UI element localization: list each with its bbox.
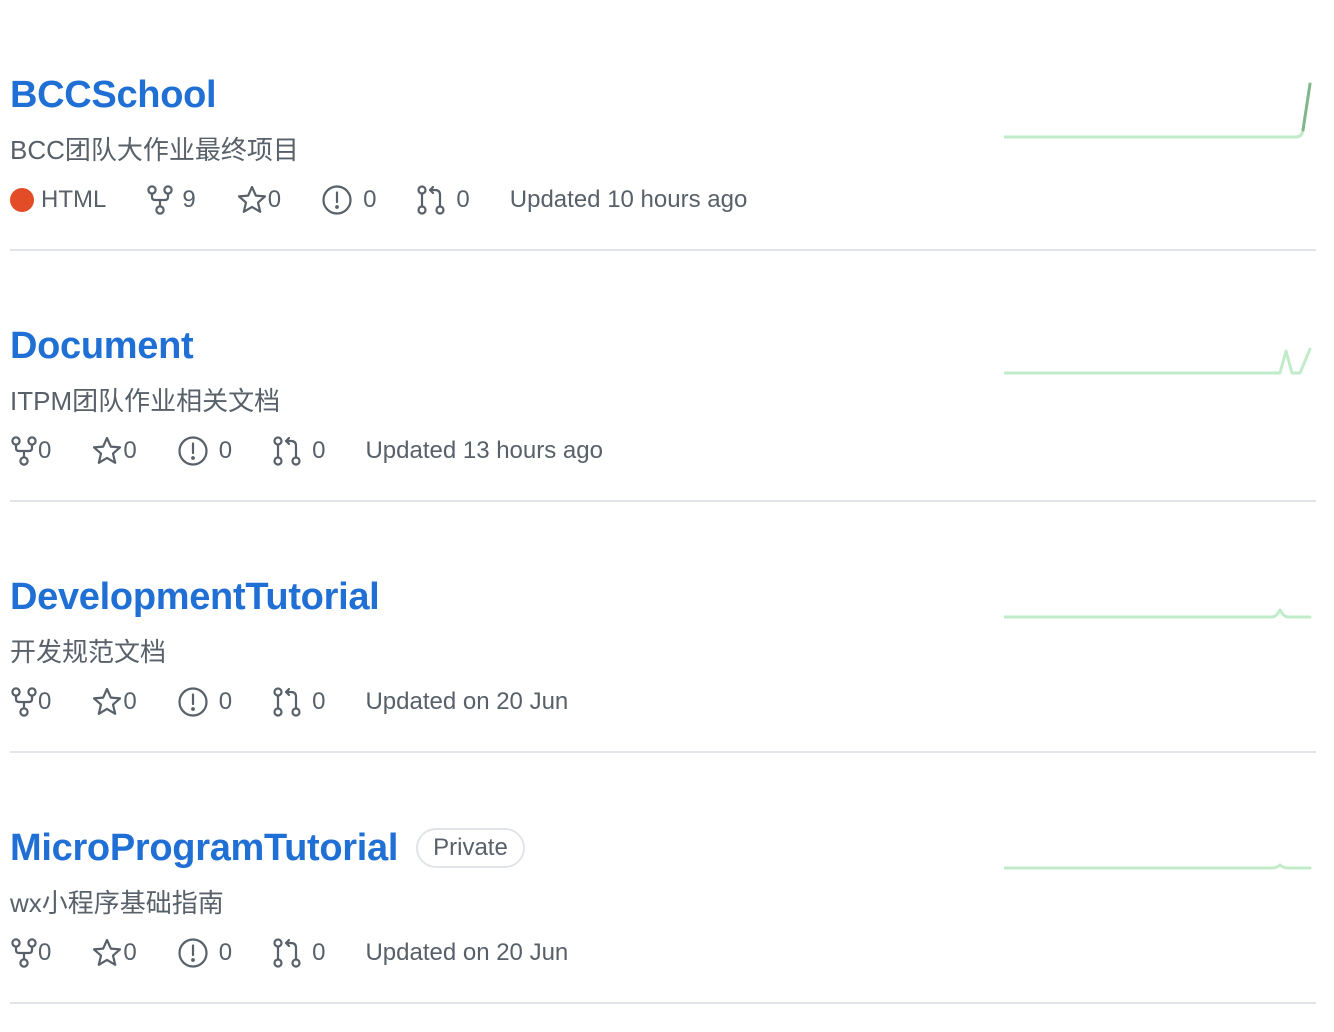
updated-time: Updated 13 hours ago	[365, 437, 603, 464]
star-count: 0	[123, 939, 137, 966]
updated-time: Updated 10 hours ago	[509, 186, 748, 213]
repo-name-link[interactable]: MicroProgramTutorial	[10, 827, 398, 870]
repo-name-link[interactable]: Document	[10, 325, 194, 368]
repo-meta: 0 0 0 0 Updated on 20 Jun	[10, 682, 608, 722]
activity-sparkline	[1004, 347, 1312, 375]
pull-request-count: 0	[312, 437, 326, 464]
pull-request-count: 0	[456, 186, 470, 213]
fork-count: 9	[182, 186, 196, 213]
issue-count: 0	[363, 186, 377, 213]
pull-request-icon	[273, 938, 301, 968]
stars-link[interactable]: 0	[91, 687, 137, 717]
issues-link[interactable]: 0	[321, 184, 376, 216]
pull-requests-link[interactable]: 0	[272, 435, 325, 467]
repo-title-row: BCCSchool	[10, 72, 217, 118]
activity-sparkline	[1004, 82, 1312, 139]
star-icon	[93, 938, 122, 966]
forks-link[interactable]: 0	[10, 436, 51, 466]
language-color-dot	[10, 188, 34, 212]
issue-count: 0	[218, 688, 233, 715]
issues-link[interactable]: 0	[177, 686, 232, 718]
star-icon	[93, 436, 122, 464]
repository-list: BCCSchool BCC团队大作业最终项目 HTML 9 0 0 0 Upda…	[10, 0, 1316, 1004]
pull-request-count: 0	[312, 939, 326, 966]
star-count: 0	[267, 186, 282, 213]
updated-time: Updated on 20 Jun	[365, 939, 569, 966]
repo-description: wx小程序基础指南	[10, 888, 224, 918]
pull-request-icon	[273, 436, 301, 466]
activity-sparkline	[1004, 608, 1312, 619]
pull-request-icon	[417, 185, 446, 215]
repo-description: 开发规范文档	[10, 637, 167, 667]
issues-link[interactable]: 0	[177, 937, 232, 969]
private-badge: Private	[416, 828, 525, 868]
repo-item-microprogramtutorial: MicroProgramTutorial Private wx小程序基础指南 0…	[10, 753, 1316, 1004]
star-icon	[93, 687, 122, 715]
fork-count: 0	[38, 437, 52, 464]
star-count: 0	[123, 688, 137, 715]
pull-request-count: 0	[312, 688, 326, 715]
pull-request-icon	[273, 687, 301, 717]
forks-link[interactable]: 0	[10, 687, 51, 717]
repo-description: BCC团队大作业最终项目	[10, 135, 299, 165]
issue-count: 0	[218, 437, 233, 464]
repo-item-document: Document ITPM团队作业相关文档 0 0 0 0 Updated 13…	[10, 251, 1316, 502]
fork-icon	[147, 185, 174, 215]
fork-count: 0	[38, 688, 52, 715]
repo-title-row: DevelopmentTutorial	[10, 574, 380, 620]
issue-icon	[178, 436, 208, 466]
star-count: 0	[123, 437, 137, 464]
repo-item-bccschool: BCCSchool BCC团队大作业最终项目 HTML 9 0 0 0 Upda…	[10, 0, 1316, 251]
issue-icon	[322, 185, 352, 215]
repo-name-link[interactable]: BCCSchool	[10, 74, 217, 117]
forks-link[interactable]: 0	[10, 938, 51, 968]
issue-icon	[178, 938, 208, 968]
repo-language: HTML	[10, 186, 106, 214]
star-icon	[237, 185, 266, 213]
activity-sparkline	[1004, 863, 1312, 870]
pull-requests-link[interactable]: 0	[272, 686, 325, 718]
issues-link[interactable]: 0	[177, 435, 232, 467]
forks-link[interactable]: 9	[146, 185, 196, 215]
repo-meta: HTML 9 0 0 0 Updated 10 hours ago	[10, 180, 787, 220]
fork-icon	[11, 687, 37, 717]
stars-link[interactable]: 0	[91, 436, 137, 466]
fork-icon	[11, 938, 37, 968]
repo-name-link[interactable]: DevelopmentTutorial	[10, 576, 380, 619]
stars-link[interactable]: 0	[91, 938, 137, 968]
issue-icon	[178, 687, 208, 717]
stars-link[interactable]: 0	[236, 185, 281, 215]
language-label: HTML	[41, 186, 107, 213]
repo-title-row: Document	[10, 323, 194, 369]
fork-count: 0	[38, 939, 52, 966]
repo-item-developmenttutorial: DevelopmentTutorial 开发规范文档 0 0 0 0 Updat…	[10, 502, 1316, 753]
repo-meta: 0 0 0 0 Updated 13 hours ago	[10, 431, 643, 471]
issue-count: 0	[218, 939, 233, 966]
pull-requests-link[interactable]: 0	[416, 184, 470, 216]
repo-meta: 0 0 0 0 Updated on 20 Jun	[10, 933, 608, 973]
repo-description: ITPM团队作业相关文档	[10, 386, 281, 416]
repo-title-row: MicroProgramTutorial Private	[10, 825, 525, 871]
pull-requests-link[interactable]: 0	[272, 937, 325, 969]
updated-time: Updated on 20 Jun	[365, 688, 569, 715]
fork-icon	[11, 436, 37, 466]
